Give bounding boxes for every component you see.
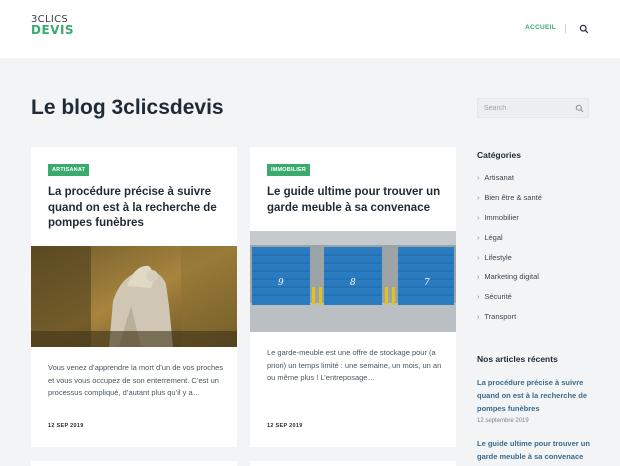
category-link[interactable]: › Marketing digital [477, 272, 539, 281]
post-card[interactable]: ARTISANAT La procédure précise à suivre … [31, 147, 237, 447]
post-card-next [250, 461, 456, 466]
recent-post-link[interactable]: Le guide ultime pour trouver un garde me… [477, 437, 595, 463]
category-link[interactable]: › Légal [477, 233, 503, 242]
chevron-right-icon: › [477, 255, 480, 262]
site-logo[interactable]: 3CLICS DEVIS [31, 14, 74, 36]
door-number: 8 [350, 278, 356, 288]
category-badge[interactable]: ARTISANAT [48, 164, 90, 176]
category-link[interactable]: › Sécurité [477, 292, 512, 301]
chevron-right-icon: › [477, 274, 480, 281]
chevron-right-icon: › [477, 175, 480, 182]
recent-post-link[interactable]: La procédure précise à suivre quand on e… [477, 376, 595, 415]
post-date: 12 SEP 2019 [48, 423, 84, 429]
category-link[interactable]: › Immobilier [477, 213, 519, 222]
post-image-cemetery[interactable] [31, 246, 237, 347]
post-card[interactable]: IMMOBILIER Le guide ultime pour trouver … [250, 147, 456, 447]
door-number: 7 [424, 278, 430, 288]
categories-heading: Catégories [477, 150, 521, 160]
post-excerpt: Vous venez d’apprendre la mort d’un de v… [48, 363, 224, 397]
storage-door: 7 [398, 247, 454, 305]
site-header: 3CLICS DEVIS ACCUEIL [0, 0, 620, 58]
recent-post-date: 12 septembre 2019 [477, 418, 529, 424]
sidebar-search [477, 98, 589, 118]
post-title[interactable]: La procédure précise à suivre quand on e… [48, 185, 228, 232]
post-card-next [31, 461, 237, 466]
category-link[interactable]: › Lifestyle [477, 253, 512, 262]
chevron-right-icon: › [477, 195, 480, 202]
chevron-right-icon: › [477, 314, 480, 321]
storage-door: 8 [324, 247, 382, 305]
post-excerpt: Le garde-meuble est une offre de stockag… [267, 348, 442, 382]
search-icon[interactable] [575, 104, 584, 113]
category-link[interactable]: › Artisanat [477, 173, 514, 182]
nav-divider [565, 24, 566, 33]
door-number: 9 [278, 278, 284, 288]
chevron-right-icon: › [477, 235, 480, 242]
post-date: 12 SEP 2019 [267, 423, 303, 429]
category-link[interactable]: › Transport [477, 312, 516, 321]
post-image-storage-doors[interactable]: 9 8 7 [250, 231, 456, 332]
chevron-right-icon: › [477, 215, 480, 222]
chevron-right-icon: › [477, 294, 480, 301]
storage-door: 9 [252, 247, 310, 305]
category-link[interactable]: › Bien être & santé [477, 193, 542, 202]
post-title[interactable]: Le guide ultime pour trouver un garde me… [267, 185, 447, 216]
page-title: Le blog 3clicsdevis [31, 96, 224, 119]
nav-home-link[interactable]: ACCUEIL [525, 24, 556, 31]
search-icon[interactable] [579, 24, 589, 34]
logo-line2: DEVIS [31, 23, 75, 37]
recent-posts-heading: Nos articles récents [477, 354, 558, 364]
category-badge[interactable]: IMMOBILIER [267, 164, 310, 176]
search-input[interactable] [484, 102, 569, 115]
